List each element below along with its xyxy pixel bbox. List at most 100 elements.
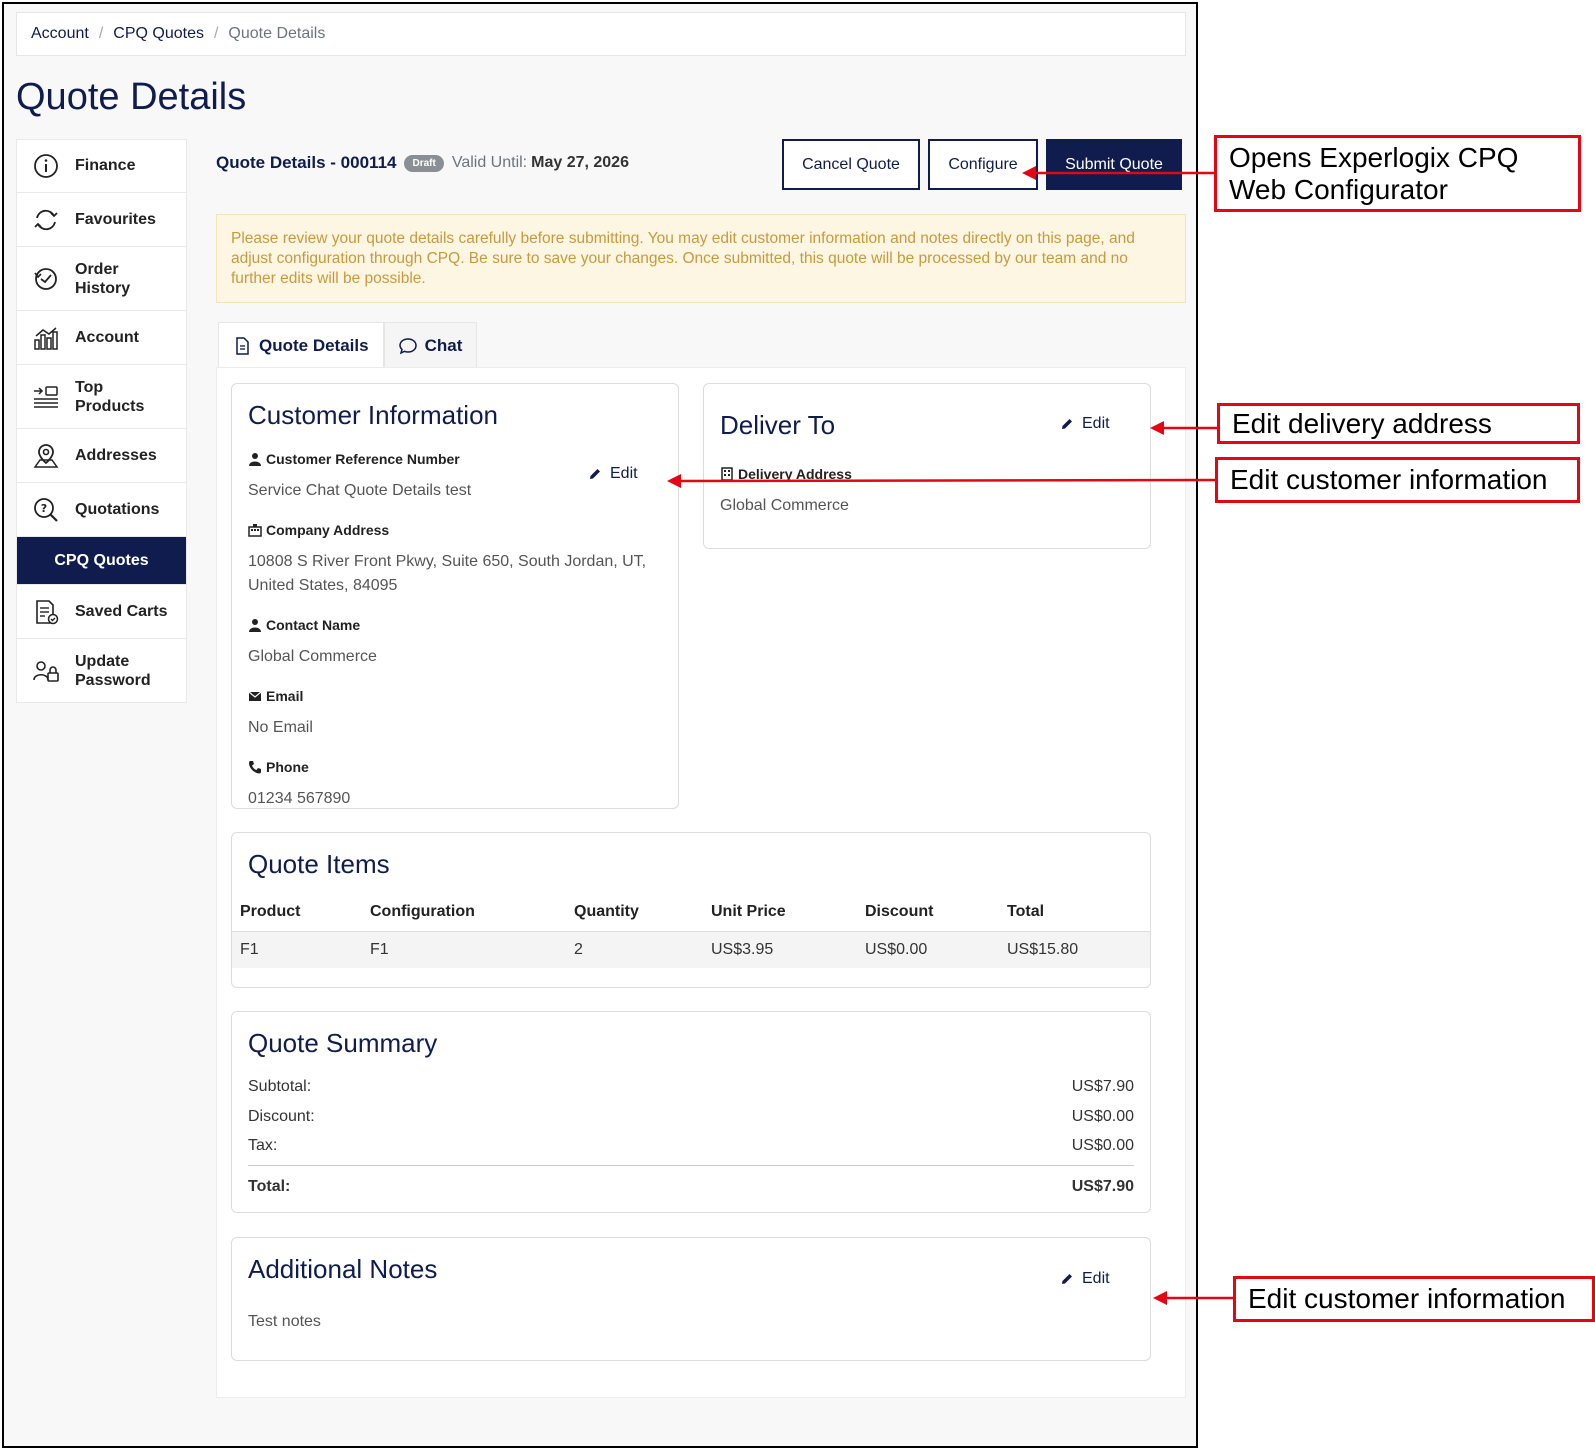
customer-ref-label: Customer Reference Number — [248, 451, 658, 467]
svg-text:?: ? — [41, 502, 47, 515]
user-icon — [249, 619, 261, 632]
sidebar-item-account[interactable]: Account — [16, 311, 187, 365]
column-header-product: Product — [232, 893, 362, 932]
info-icon — [31, 151, 61, 181]
quote-summary-card: Quote Summary Subtotal: US$7.90 Discount… — [231, 1011, 1151, 1213]
envelope-icon — [248, 691, 262, 701]
customer-fields: Customer Reference Number Service Chat Q… — [248, 451, 658, 811]
sidebar-item-addresses[interactable]: Addresses — [16, 429, 187, 483]
deliver-to-card: Deliver To Edit Delivery Address Global … — [703, 383, 1151, 549]
list-icon — [31, 382, 61, 412]
discount-value: US$0.00 — [1071, 1108, 1134, 1125]
breadcrumb-current: Quote Details — [228, 25, 326, 42]
edit-delivery-button[interactable]: Edit — [1060, 415, 1110, 433]
tax-value: US$0.00 — [1071, 1137, 1134, 1154]
notice-banner: Please review your quote details careful… — [216, 214, 1186, 303]
sidebar-item-label: Saved Carts — [75, 602, 168, 620]
quote-items-table: Product Configuration Quantity Unit Pric… — [232, 893, 1150, 968]
sidebar: Finance Favourites Order History Account… — [16, 139, 187, 703]
additional-notes-heading: Additional Notes — [248, 1254, 438, 1284]
contact-name-label: Contact Name — [248, 617, 658, 633]
sidebar-item-label: Account — [75, 328, 139, 346]
callout-edit-customer: Edit customer information — [1215, 457, 1580, 503]
phone-value: 01234 567890 — [248, 790, 351, 807]
tab-bar: Quote Details Chat — [218, 322, 478, 368]
breadcrumb-account[interactable]: Account — [31, 25, 89, 43]
status-badge: Draft — [404, 154, 444, 172]
quote-details-panel: Customer Information Edit Customer Refer… — [216, 367, 1186, 1398]
edit-label: Edit — [1082, 415, 1110, 432]
column-header-configuration: Configuration — [362, 893, 566, 932]
field-label-text: Customer Reference Number — [266, 451, 460, 467]
delivery-address-label: Delivery Address — [720, 466, 852, 482]
sync-icon — [31, 205, 61, 235]
search-icon: ? — [31, 495, 61, 525]
sidebar-item-label: Quotations — [75, 500, 160, 518]
sidebar-item-quotations[interactable]: ? Quotations — [16, 483, 187, 537]
history-icon — [31, 264, 61, 294]
field-label-text: Contact Name — [266, 617, 361, 633]
tax-label: Tax: — [248, 1137, 278, 1154]
notes-value: Test notes — [248, 1313, 321, 1330]
sidebar-item-saved-carts[interactable]: Saved Carts — [16, 585, 187, 639]
breadcrumb: Account / CPQ Quotes / Quote Details — [16, 12, 1186, 56]
valid-until-label: Valid Until: — [451, 154, 528, 171]
tab-label: Quote Details — [259, 335, 369, 355]
sidebar-item-label: Order History — [75, 260, 131, 297]
breadcrumb-cpq-quotes[interactable]: CPQ Quotes — [113, 25, 204, 43]
contact-name-value: Global Commerce — [248, 648, 377, 665]
discount-row: Discount: US$0.00 — [248, 1108, 1134, 1126]
phone-icon — [249, 761, 261, 774]
phone-label: Phone — [248, 759, 658, 775]
email-label: Email — [248, 688, 658, 704]
sidebar-item-finance[interactable]: Finance — [16, 139, 187, 193]
customer-ref-value: Service Chat Quote Details test — [248, 482, 472, 499]
column-header-unit-price: Unit Price — [703, 893, 857, 932]
pencil-icon — [1062, 419, 1072, 429]
subtotal-row: Subtotal: US$7.90 — [248, 1078, 1134, 1096]
total-row: Total: US$7.90 — [248, 1178, 1134, 1196]
cell-quantity: 2 — [566, 931, 703, 968]
field-label-text: Email — [266, 688, 304, 704]
tab-label: Chat — [424, 335, 463, 355]
column-header-total: Total — [999, 893, 1150, 932]
submit-quote-button[interactable]: Submit Quote — [1046, 139, 1182, 190]
lock-icon — [31, 656, 61, 686]
sidebar-item-label: Favourites — [75, 210, 156, 228]
company-address-label: Company Address — [248, 522, 658, 538]
sidebar-item-order-history[interactable]: Order History — [16, 247, 187, 311]
table-header-row: Product Configuration Quantity Unit Pric… — [232, 893, 1150, 932]
callout-configure: Opens Experlogix CPQ Web Configurator — [1214, 135, 1581, 212]
sidebar-item-label: Addresses — [75, 446, 157, 464]
breadcrumb-separator: / — [213, 25, 219, 42]
chat-icon — [398, 337, 417, 354]
table-row: F1 F1 2 US$3.95 US$0.00 US$15.80 — [232, 931, 1150, 968]
tab-quote-details[interactable]: Quote Details — [218, 322, 384, 368]
cell-configuration: F1 — [362, 931, 566, 968]
callout-edit-delivery: Edit delivery address — [1217, 403, 1580, 444]
sidebar-item-label: Update Password — [75, 652, 151, 689]
chart-icon — [31, 323, 61, 353]
document-icon — [31, 597, 61, 627]
cancel-quote-button[interactable]: Cancel Quote — [782, 139, 920, 190]
delivery-fields: Delivery Address Global Commerce — [720, 466, 852, 518]
edit-notes-button[interactable]: Edit — [1060, 1270, 1110, 1288]
app-window: Account / CPQ Quotes / Quote Details Quo… — [2, 2, 1198, 1448]
sidebar-item-top-products[interactable]: Top Products — [16, 365, 187, 429]
subtotal-label: Subtotal: — [248, 1078, 312, 1095]
breadcrumb-separator: / — [98, 25, 104, 42]
summary-divider — [248, 1165, 1134, 1166]
total-value: US$7.90 — [1071, 1178, 1134, 1195]
customer-information-heading: Customer Information — [248, 400, 498, 430]
company-address-value: 10808 S River Front Pkwy, Suite 650, Sou… — [248, 553, 647, 594]
sidebar-item-label: Top Products — [75, 378, 145, 415]
user-icon — [249, 453, 261, 466]
configure-button[interactable]: Configure — [928, 139, 1038, 190]
cell-unit-price: US$3.95 — [703, 931, 857, 968]
additional-notes-card: Additional Notes Edit Test notes — [231, 1237, 1151, 1361]
tab-chat[interactable]: Chat — [383, 322, 478, 368]
sidebar-item-update-password[interactable]: Update Password — [16, 639, 187, 703]
sidebar-item-cpq-quotes[interactable]: CPQ Quotes — [16, 537, 187, 585]
building-icon — [721, 467, 733, 481]
sidebar-item-favourites[interactable]: Favourites — [16, 193, 187, 247]
